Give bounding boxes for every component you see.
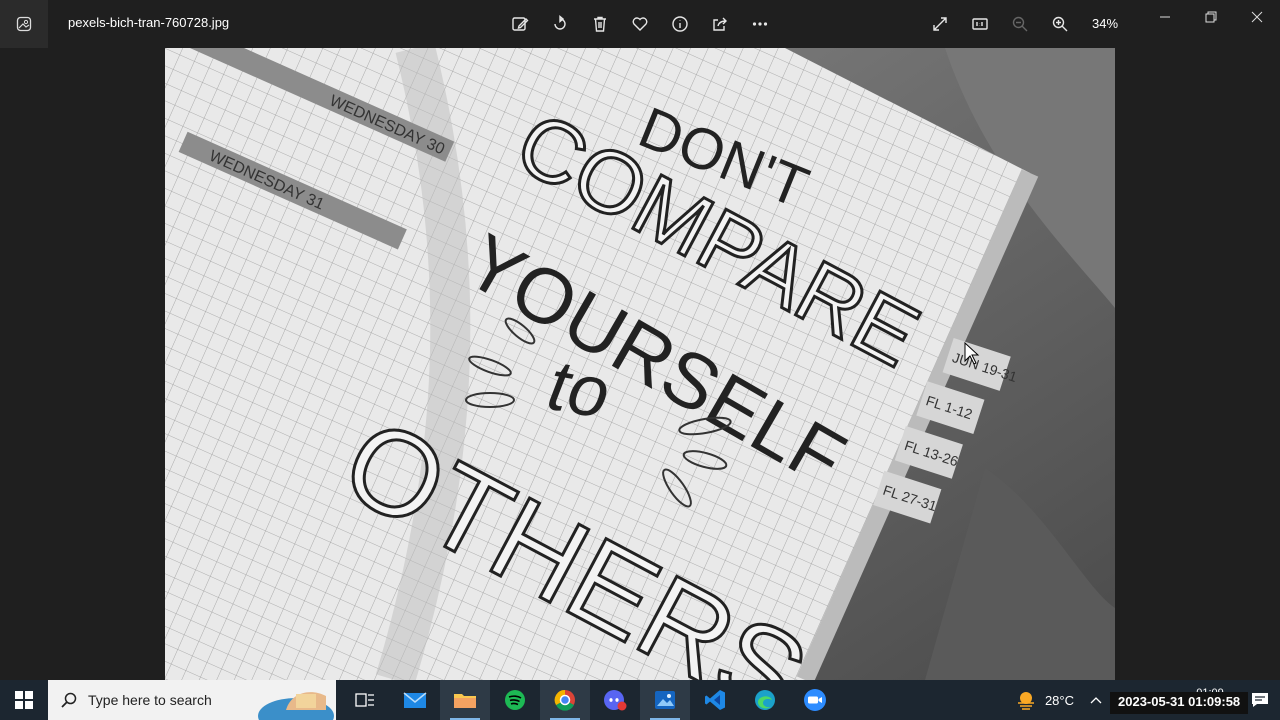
file-explorer-icon[interactable] [440,680,490,720]
info-icon[interactable] [660,4,700,44]
close-icon[interactable] [1234,0,1280,34]
image-toolbar [500,4,780,44]
zoom-icon[interactable] [790,680,840,720]
spotify-icon[interactable] [490,680,540,720]
discord-icon[interactable] [590,680,640,720]
fullscreen-icon[interactable] [920,4,960,44]
delete-icon[interactable] [580,4,620,44]
edit-image-icon[interactable] [500,4,540,44]
photos-icon[interactable] [640,680,690,720]
weather-haze-icon [1017,692,1034,710]
chevron-up-icon[interactable] [1084,680,1108,720]
search-highlight-illustration-icon [258,692,334,720]
search-placeholder: Type here to search [88,692,212,708]
search-icon [61,692,77,708]
screenshot-timestamp-overlay: 2023-05-31 01:09:58 [1110,692,1249,714]
more-icon[interactable] [740,4,780,44]
chrome-icon[interactable] [540,680,590,720]
restore-icon[interactable] [1188,0,1234,34]
rotate-icon[interactable] [540,4,580,44]
taskbar: Type here to search 28°C 01:09 31-05-202… [0,680,1280,720]
mail-icon[interactable] [390,680,440,720]
weather-temperature: 28°C [1044,692,1074,708]
favorite-icon[interactable] [620,4,660,44]
title-bar: pexels-bich-tran-760728.jpg 34% [0,0,1280,48]
zoom-level[interactable]: 34% [1080,4,1130,44]
zoom-in-icon[interactable] [1040,4,1080,44]
photo-viewer-image[interactable]: WEDNESDAY 30 WEDNESDAY 31 JUN 19-31 FL 1… [165,48,1115,680]
task-view-icon[interactable] [340,680,390,720]
zoom-out-icon[interactable] [1000,4,1040,44]
pinned-apps [340,680,840,720]
windows-icon [15,691,33,709]
taskbar-search-box[interactable]: Type here to search [48,680,336,720]
view-tools: 34% [920,4,1130,44]
file-name: pexels-bich-tran-760728.jpg [68,15,230,30]
vscode-icon[interactable] [690,680,740,720]
edge-icon[interactable] [740,680,790,720]
window-controls [1142,0,1280,34]
weather-widget[interactable]: 28°C [1005,689,1084,711]
start-button[interactable] [0,680,48,720]
photos-app-icon[interactable] [0,0,48,48]
actual-size-icon[interactable] [960,4,1000,44]
share-icon[interactable] [700,4,740,44]
minimize-icon[interactable] [1142,0,1188,34]
